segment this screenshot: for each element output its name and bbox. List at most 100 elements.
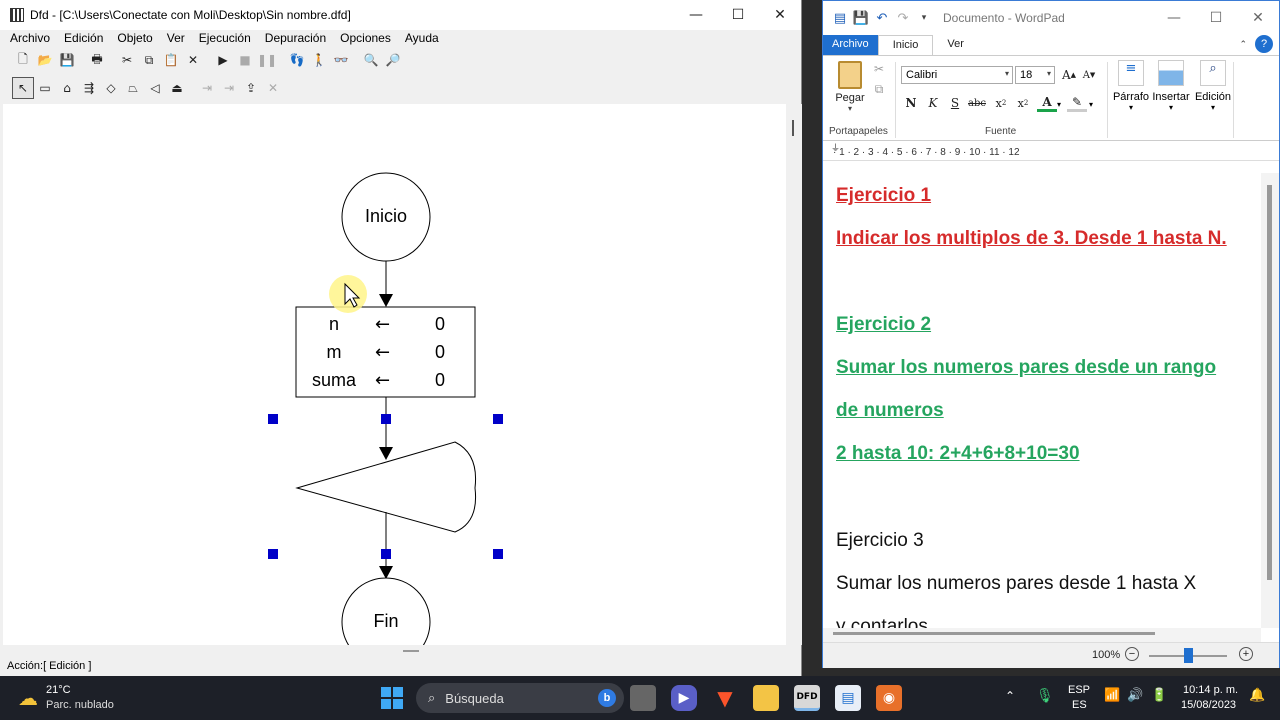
paste-icon[interactable]: 📋 bbox=[160, 49, 182, 71]
menu-objeto[interactable]: Objeto bbox=[117, 31, 152, 45]
selection-handle[interactable] bbox=[493, 549, 503, 559]
task-view-icon[interactable] bbox=[630, 685, 656, 711]
bing-icon[interactable]: b bbox=[598, 689, 616, 707]
bold-icon[interactable]: N bbox=[901, 94, 921, 112]
zoom-out-icon[interactable]: 🔍 bbox=[360, 49, 382, 71]
tab-ver[interactable]: Ver bbox=[933, 35, 978, 55]
canvas-vertical-scrollbar[interactable] bbox=[786, 104, 802, 645]
grow-font-icon[interactable]: A ▲ bbox=[1059, 66, 1079, 84]
dfd-app-taskbar-icon[interactable]: DFD bbox=[794, 685, 820, 711]
weather-icon[interactable]: ☁ bbox=[18, 686, 38, 710]
selection-handle[interactable] bbox=[381, 549, 391, 559]
for-tool-icon[interactable]: ⇶ bbox=[78, 77, 100, 99]
selection-handle[interactable] bbox=[268, 549, 278, 559]
canvas-horizontal-scrollbar[interactable] bbox=[403, 650, 419, 652]
strikethrough-icon[interactable]: abc bbox=[967, 94, 987, 112]
insert-button[interactable]: Insertar ▾ bbox=[1151, 60, 1191, 112]
help-icon[interactable]: ? bbox=[1255, 35, 1273, 53]
loop-tool-icon[interactable]: ⌂ bbox=[56, 77, 78, 99]
open-folder-icon[interactable]: 📂 bbox=[34, 49, 56, 71]
ruler[interactable]: ⏚ · 1 · 2 · 3 · 4 · 5 · 6 · 7 · 8 · 9 · … bbox=[823, 141, 1279, 161]
step-icon[interactable]: 👣 bbox=[286, 49, 308, 71]
taskbar-search[interactable]: ⌕ Búsqueda b bbox=[416, 683, 624, 713]
menu-ver[interactable]: Ver bbox=[167, 31, 185, 45]
cut-icon[interactable]: ✂ bbox=[869, 60, 889, 78]
pointer-tool-icon[interactable]: ↖ bbox=[12, 77, 34, 99]
font-family-select[interactable]: Calibri ▾ bbox=[901, 66, 1013, 84]
decision-tool-icon[interactable]: ◇ bbox=[100, 77, 122, 99]
zoom-in-icon[interactable]: 🔎 bbox=[382, 49, 404, 71]
tab-inicio[interactable]: Inicio bbox=[877, 35, 934, 55]
battery-icon[interactable]: 🔋 bbox=[1151, 688, 1167, 703]
highlight-dropdown-icon[interactable]: ▾ bbox=[1089, 100, 1093, 109]
tab-archivo[interactable]: Archivo bbox=[823, 35, 878, 55]
watch-icon[interactable]: 👓 bbox=[330, 49, 352, 71]
assign-tool-icon[interactable]: ▭ bbox=[34, 77, 56, 99]
selection-handle[interactable] bbox=[381, 414, 391, 424]
menu-edicion[interactable]: Edición bbox=[64, 31, 103, 45]
edit-button[interactable]: ⌕ Edición ▾ bbox=[1193, 60, 1233, 112]
document-vertical-scrollbar[interactable] bbox=[1261, 173, 1279, 628]
new-file-icon[interactable]: 🗋 bbox=[12, 49, 34, 71]
menu-opciones[interactable]: Opciones bbox=[340, 31, 391, 45]
quick-access-dropdown-icon[interactable]: ▾ bbox=[915, 9, 933, 27]
app-orange-icon[interactable]: ◉ bbox=[876, 685, 902, 711]
notification-icon[interactable]: 🔔 bbox=[1249, 688, 1265, 703]
paste-button[interactable]: Pegar ▾ bbox=[833, 61, 867, 113]
subscript-icon[interactable]: x2 bbox=[991, 94, 1011, 112]
print-icon[interactable]: 🖶 bbox=[86, 49, 108, 71]
ribbon-collapse-icon[interactable]: ⌃ bbox=[1239, 39, 1247, 55]
call-tool-icon[interactable]: ⏏ bbox=[166, 77, 188, 99]
redo-icon[interactable]: ↷ bbox=[894, 9, 912, 27]
undo-icon[interactable]: ↶ bbox=[873, 9, 891, 27]
sub-tool-1-icon[interactable]: ⇥ bbox=[196, 77, 218, 99]
sub-tool-4-icon[interactable]: ✕ bbox=[262, 77, 284, 99]
save-icon[interactable]: 💾 bbox=[56, 49, 78, 71]
write-tool-icon[interactable]: ◁ bbox=[144, 77, 166, 99]
menu-depuracion[interactable]: Depuración bbox=[265, 31, 326, 45]
wordpad-minimize-button[interactable]: — bbox=[1153, 1, 1195, 35]
quick-save-icon[interactable]: 💾 bbox=[852, 9, 870, 27]
copy-icon[interactable]: ⧉ bbox=[138, 49, 160, 71]
microphone-icon[interactable]: 🎙 bbox=[1036, 688, 1054, 704]
zoom-slider-thumb[interactable] bbox=[1184, 648, 1193, 663]
read-tool-icon[interactable]: ⏢ bbox=[122, 77, 144, 99]
run-icon[interactable]: ▶ bbox=[212, 49, 234, 71]
font-size-select[interactable]: 18 ▾ bbox=[1015, 66, 1055, 84]
clock-time[interactable]: 10:14 p. m. bbox=[1183, 684, 1238, 696]
stop-icon[interactable]: ■ bbox=[234, 49, 256, 71]
pause-icon[interactable]: ❚❚ bbox=[256, 49, 278, 71]
superscript-icon[interactable]: x2 bbox=[1013, 94, 1033, 112]
teams-icon[interactable]: ▶ bbox=[671, 685, 697, 711]
highlight-icon[interactable]: ✎ bbox=[1067, 94, 1087, 112]
clock-date[interactable]: 15/08/2023 bbox=[1181, 699, 1236, 711]
document-area[interactable]: Ejercicio 1 Indicar los multiplos de 3. … bbox=[823, 173, 1261, 628]
selection-handle[interactable] bbox=[493, 414, 503, 424]
wordpad-maximize-button[interactable]: ☐ bbox=[1195, 1, 1237, 35]
minimize-button[interactable]: — bbox=[675, 0, 717, 30]
maximize-button[interactable]: ☐ bbox=[717, 0, 759, 30]
volume-icon[interactable]: 🔊 bbox=[1127, 688, 1143, 703]
brave-browser-icon[interactable]: ▼ bbox=[712, 685, 738, 711]
selection-handle[interactable] bbox=[268, 414, 278, 424]
shrink-font-icon[interactable]: A ▼ bbox=[1079, 66, 1099, 84]
underline-icon[interactable]: S bbox=[945, 94, 965, 112]
font-color-dropdown-icon[interactable]: ▾ bbox=[1057, 100, 1061, 109]
language-secondary[interactable]: ES bbox=[1072, 699, 1087, 711]
weather-description[interactable]: Parc. nublado bbox=[46, 699, 114, 711]
document-horizontal-scrollbar[interactable] bbox=[823, 628, 1261, 642]
cut-icon[interactable]: ✂ bbox=[116, 49, 138, 71]
wordpad-close-button[interactable]: ✕ bbox=[1237, 1, 1279, 35]
zoom-out-button[interactable]: − bbox=[1125, 647, 1139, 661]
paragraph-button[interactable]: ≡ Párrafo ▾ bbox=[1111, 60, 1151, 112]
menu-ayuda[interactable]: Ayuda bbox=[405, 31, 439, 45]
sub-tool-3-icon[interactable]: ⇪ bbox=[240, 77, 262, 99]
delete-icon[interactable]: ✕ bbox=[182, 49, 204, 71]
italic-icon[interactable]: K bbox=[923, 94, 943, 112]
start-button[interactable] bbox=[379, 685, 405, 711]
language-primary[interactable]: ESP bbox=[1068, 684, 1090, 696]
flowchart-canvas[interactable]: Inicio Fin n ← 0 m ← 0 suma ← 0 bbox=[3, 104, 786, 645]
menu-ejecucion[interactable]: Ejecución bbox=[199, 31, 251, 45]
weather-temperature[interactable]: 21°C bbox=[46, 684, 71, 696]
show-hidden-icons[interactable]: ⌃ bbox=[1005, 689, 1015, 703]
